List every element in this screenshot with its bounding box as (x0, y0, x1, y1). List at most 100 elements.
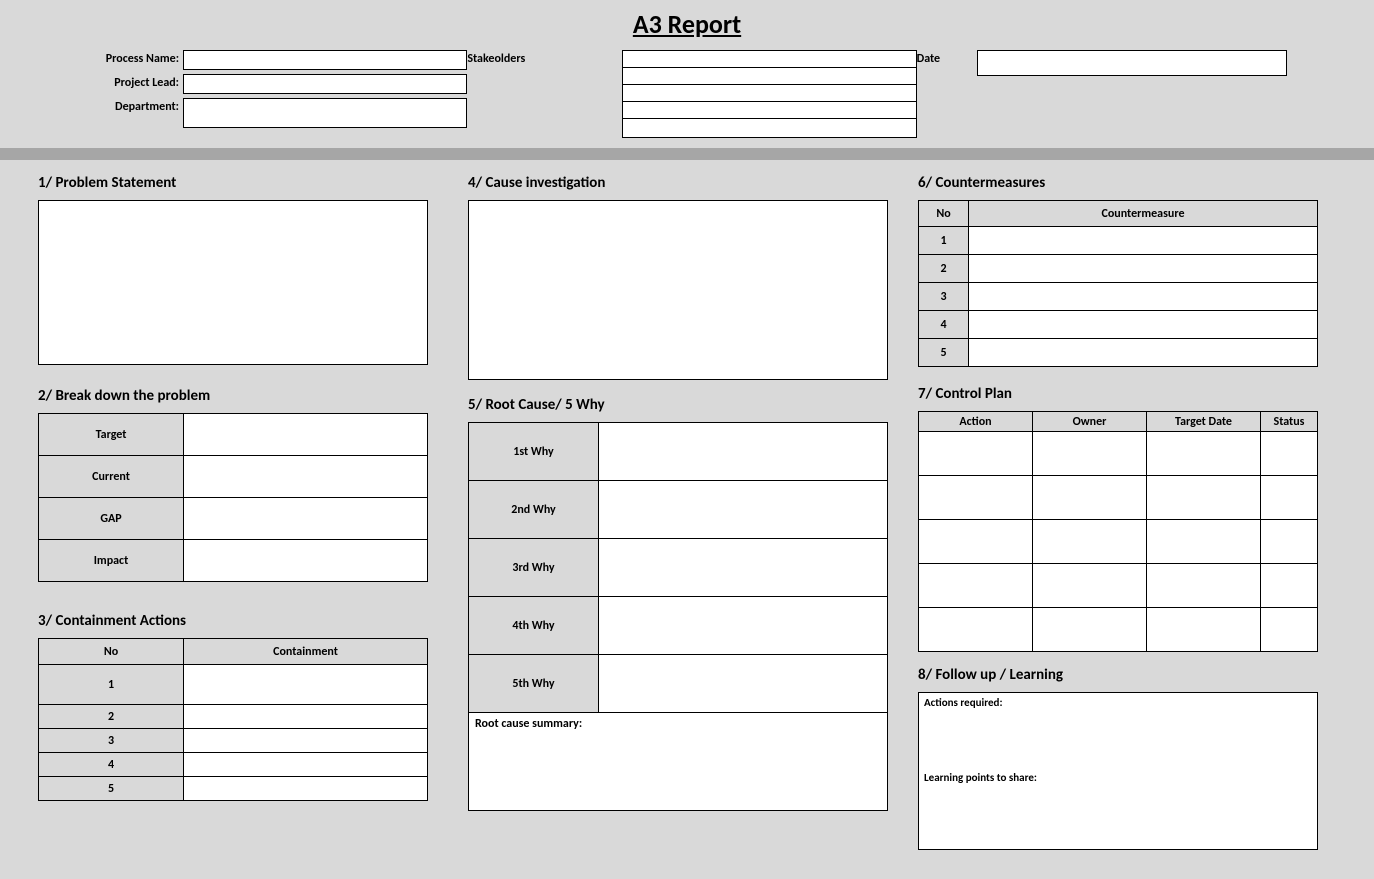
cp-cell[interactable] (1261, 520, 1318, 564)
date-input[interactable] (977, 50, 1287, 76)
cp-cell[interactable] (1147, 608, 1261, 652)
current-label: Current (39, 456, 184, 498)
cp-cell[interactable] (919, 520, 1033, 564)
cm-cell[interactable] (969, 283, 1318, 311)
section-6-heading: 6/ Countermeasures (918, 174, 1318, 192)
cp-cell[interactable] (1147, 476, 1261, 520)
cause-investigation-box[interactable] (468, 200, 888, 380)
why5-value[interactable] (599, 655, 888, 713)
actions-required-label: Actions required: (919, 693, 1317, 712)
why3-label: 3rd Why (469, 539, 599, 597)
cp-cell[interactable] (1147, 520, 1261, 564)
cp-cell[interactable] (919, 432, 1033, 476)
table-row: 4 (39, 753, 184, 777)
cp-action-header: Action (919, 412, 1033, 432)
why4-value[interactable] (599, 597, 888, 655)
why3-value[interactable] (599, 539, 888, 597)
section-2-heading: 2/ Break down the problem (38, 387, 428, 405)
impact-value[interactable] (184, 540, 428, 582)
current-value[interactable] (184, 456, 428, 498)
containment-header: Containment (184, 639, 428, 665)
cp-cell[interactable] (1033, 520, 1147, 564)
table-row: 2 (919, 255, 969, 283)
gap-value[interactable] (184, 498, 428, 540)
learning-points-label: Learning points to share: (919, 768, 1317, 787)
cm-cell[interactable] (969, 255, 1318, 283)
table-row: 1 (39, 665, 184, 705)
cm-cell[interactable] (969, 227, 1318, 255)
stakeholders-box[interactable] (622, 50, 916, 138)
containment-no-header: No (39, 639, 184, 665)
table-row: 4 (919, 311, 969, 339)
stakeholders-label: Stakeolders (467, 50, 562, 138)
root-cause-summary-label: Root cause summary: (469, 713, 887, 735)
why4-label: 4th Why (469, 597, 599, 655)
table-row: 5 (919, 339, 969, 367)
report-title: A3 Report (20, 0, 1354, 46)
date-label: Date (917, 50, 967, 76)
cp-cell[interactable] (1033, 432, 1147, 476)
impact-label: Impact (39, 540, 184, 582)
containment-cell[interactable] (184, 753, 428, 777)
cm-cell[interactable] (969, 339, 1318, 367)
header: Process Name: Project Lead: Department: … (20, 46, 1354, 148)
actions-required-area[interactable] (919, 712, 1317, 768)
cp-date-header: Target Date (1147, 412, 1261, 432)
section-8-heading: 8/ Follow up / Learning (918, 666, 1318, 684)
countermeasures-table: NoCountermeasure 1 2 3 4 5 (918, 200, 1318, 367)
project-lead-label: Project Lead: (38, 74, 183, 90)
cp-cell[interactable] (1147, 564, 1261, 608)
divider (0, 148, 1374, 160)
cp-cell[interactable] (919, 564, 1033, 608)
cp-cell[interactable] (1147, 432, 1261, 476)
followup-box: Actions required: Learning points to sha… (918, 692, 1318, 850)
why2-value[interactable] (599, 481, 888, 539)
process-name-input[interactable] (183, 50, 467, 70)
cp-cell[interactable] (919, 476, 1033, 520)
cp-owner-header: Owner (1033, 412, 1147, 432)
gap-label: GAP (39, 498, 184, 540)
cp-status-header: Status (1261, 412, 1318, 432)
process-name-label: Process Name: (38, 50, 183, 66)
table-row: 3 (39, 729, 184, 753)
section-5-heading: 5/ Root Cause/ 5 Why (468, 396, 888, 414)
containment-cell[interactable] (184, 729, 428, 753)
why1-label: 1st Why (469, 423, 599, 481)
why5-label: 5th Why (469, 655, 599, 713)
project-lead-input[interactable] (183, 74, 467, 94)
cp-cell[interactable] (1261, 608, 1318, 652)
department-label: Department: (38, 98, 183, 114)
five-why-table: 1st Why 2nd Why 3rd Why 4th Why 5th Why (468, 422, 888, 713)
cp-cell[interactable] (919, 608, 1033, 652)
cm-no-header: No (919, 201, 969, 227)
cp-cell[interactable] (1033, 564, 1147, 608)
table-row: 2 (39, 705, 184, 729)
cp-cell[interactable] (1261, 564, 1318, 608)
section-4-heading: 4/ Cause investigation (468, 174, 888, 192)
containment-cell[interactable] (184, 665, 428, 705)
root-cause-summary[interactable]: Root cause summary: (468, 713, 888, 811)
learning-points-area[interactable] (919, 787, 1317, 849)
cp-cell[interactable] (1033, 476, 1147, 520)
table-row: 1 (919, 227, 969, 255)
section-7-heading: 7/ Control Plan (918, 385, 1318, 403)
containment-cell[interactable] (184, 705, 428, 729)
containment-cell[interactable] (184, 777, 428, 801)
why2-label: 2nd Why (469, 481, 599, 539)
department-input[interactable] (183, 98, 467, 128)
control-plan-table: Action Owner Target Date Status (918, 411, 1318, 652)
cm-cell[interactable] (969, 311, 1318, 339)
problem-statement-box[interactable] (38, 200, 428, 365)
target-value[interactable] (184, 414, 428, 456)
containment-table: NoContainment 1 2 3 4 5 (38, 638, 428, 801)
breakdown-table: Target Current GAP Impact (38, 413, 428, 582)
table-row: 3 (919, 283, 969, 311)
cp-cell[interactable] (1261, 476, 1318, 520)
target-label: Target (39, 414, 184, 456)
cp-cell[interactable] (1033, 608, 1147, 652)
section-1-heading: 1/ Problem Statement (38, 174, 428, 192)
why1-value[interactable] (599, 423, 888, 481)
section-3-heading: 3/ Containment Actions (38, 612, 428, 630)
cm-header: Countermeasure (969, 201, 1318, 227)
cp-cell[interactable] (1261, 432, 1318, 476)
